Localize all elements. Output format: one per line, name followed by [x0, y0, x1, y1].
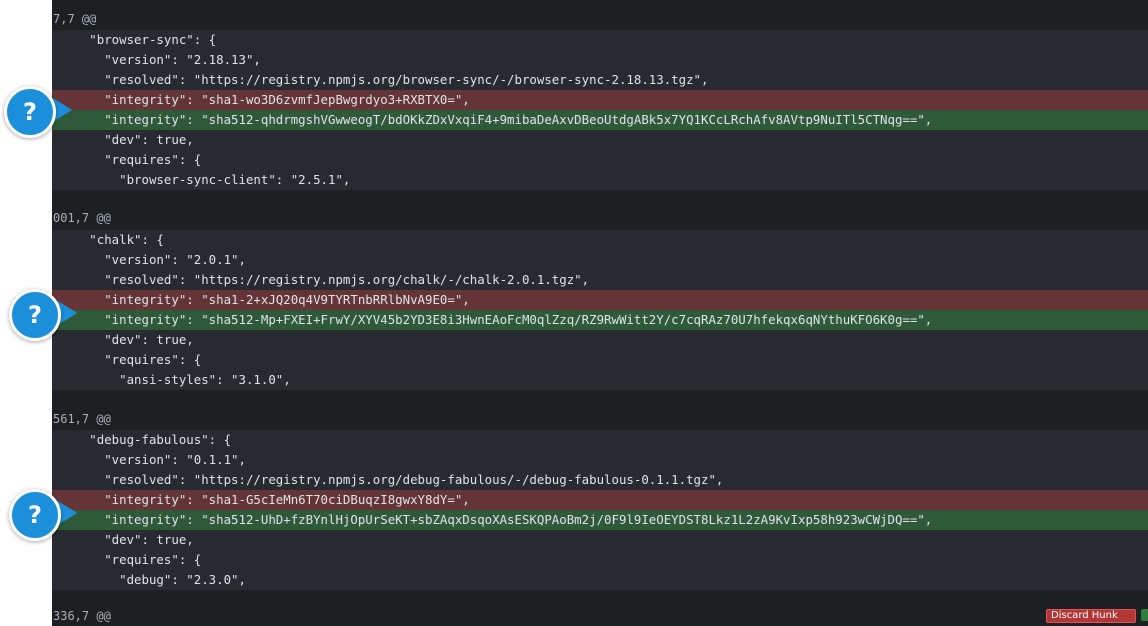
hunk-block: "debug-fabulous": { "version": "0.1.1", … [52, 430, 1148, 590]
stage-hunk-button[interactable] [1141, 609, 1148, 621]
hunk-header: 7,7 @@ [52, 9, 1148, 29]
hunk-header: 001,7 @@ [52, 208, 1148, 228]
discard-hunk-button[interactable]: Discard Hunk [1046, 609, 1136, 623]
diff-line-context: "resolved": "https://registry.npmjs.org/… [52, 272, 590, 287]
diff-line-context: "requires": { [52, 352, 202, 367]
diff-line-context: "dev": true, [52, 332, 194, 347]
diff-line-context: "ansi-styles": "3.1.0", [52, 372, 291, 387]
diff-line-context: "requires": { [52, 152, 202, 167]
diff-line-deleted: "integrity": "sha1-wo3D6zvmfJepBwgrdyo3+… [52, 90, 1148, 110]
diff-line-context: "version": "2.18.13", [52, 52, 261, 67]
diff-line-added: "integrity": "sha512-Mp+FXEI+FrwY/XYV45b… [52, 310, 1148, 330]
question-mark-icon[interactable]: ? [9, 289, 61, 341]
diff-line-context: "chalk": { [52, 232, 164, 247]
question-mark-icon[interactable]: ? [9, 489, 61, 541]
hunk-block: "browser-sync": { "version": "2.18.13", … [52, 30, 1148, 190]
hunk-header: 336,7 @@ [52, 606, 1148, 626]
diff-line-context: "debug-fabulous": { [52, 432, 232, 447]
diff-line-context: "version": "2.0.1", [52, 252, 246, 267]
diff-line-context: "resolved": "https://registry.npmjs.org/… [52, 472, 724, 487]
diff-line-context: "dev": true, [52, 532, 194, 547]
question-mark-icon[interactable]: ? [4, 86, 56, 138]
diff-line-context: "dev": true, [52, 132, 194, 147]
diff-line-context: "browser-sync": { [52, 32, 217, 47]
diff-line-added: "integrity": "sha512-UhD+fzBYnlHjOpUrSeK… [52, 510, 1148, 530]
hunk-block: "chalk": { "version": "2.0.1", "resolved… [52, 230, 1148, 390]
diff-line-context: "version": "0.1.1", [52, 452, 246, 467]
diff-line-deleted: "integrity": "sha1-G5cIeMn6T70ciDBuqzI8g… [52, 490, 1148, 510]
hunk-header: 561,7 @@ [52, 409, 1148, 429]
diff-line-context: "requires": { [52, 552, 202, 567]
diff-line-context: "browser-sync-client": "2.5.1", [52, 172, 351, 187]
diff-line-added: "integrity": "sha512-qhdrmgshVGwweogT/bd… [52, 110, 1148, 130]
diff-line-deleted: "integrity": "sha1-2+xJQ20q4V9TYRTnbRRlb… [52, 290, 1148, 310]
diff-line-context: "debug": "2.3.0", [52, 572, 246, 587]
diff-line-context: "resolved": "https://registry.npmjs.org/… [52, 72, 709, 87]
